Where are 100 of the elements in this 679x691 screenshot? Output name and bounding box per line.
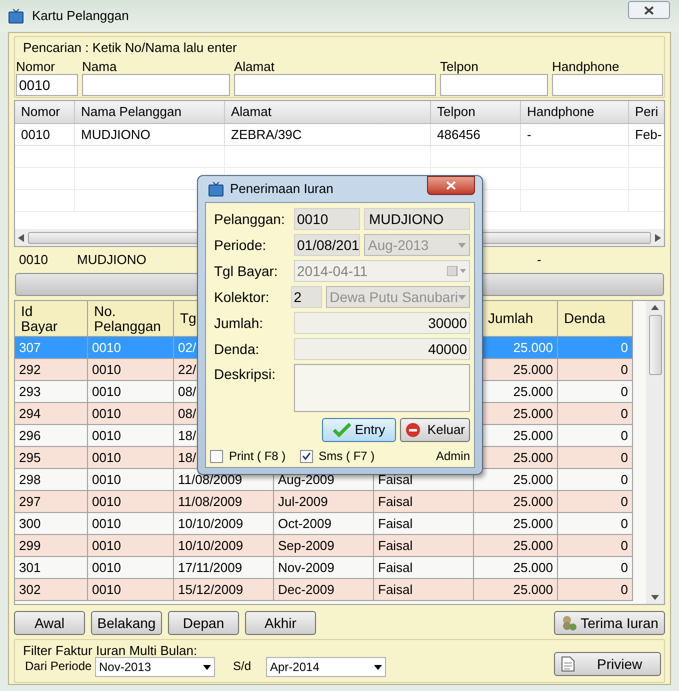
table-cell-text: Faisal (378, 492, 413, 511)
table-cell-text: 295 (19, 448, 41, 467)
table-cell-text: 298 (19, 470, 41, 489)
table-cell-text: 0 (620, 492, 628, 511)
table-cell-text: 25.000 (513, 448, 553, 467)
table-cell-text: Faisal (378, 514, 413, 533)
field-label: Jumlah: (213, 314, 264, 332)
table-cell-text: 25.000 (513, 470, 553, 489)
table-cell-text: 0010 (92, 580, 121, 599)
table-cell-text: 0010 (21, 126, 50, 144)
checkbox-label: Print ( F8 ) (229, 448, 287, 465)
group-legend: Pencarian : Ketik No/Nama lalu enter (23, 38, 237, 58)
table-cell-text: 10/10/2009 (178, 514, 244, 533)
table-cell-text: 0 (620, 558, 628, 577)
window-title: Kartu Pelanggan (32, 7, 129, 26)
table-cell-text: 307 (19, 338, 41, 357)
table-cell-text: 0 (620, 514, 628, 533)
table-cell-text: 294 (19, 404, 41, 423)
table-cell-text: 11/08/2009 (178, 470, 242, 489)
table-cell-text: 0010 (92, 360, 121, 379)
field-label: Dari Periode (25, 658, 93, 675)
table-cell-text: 25.000 (513, 580, 553, 599)
table-cell-text: 0010 (92, 470, 121, 489)
table-cell-text: 22/ (178, 360, 196, 379)
table-cell-text: 25.000 (513, 492, 553, 511)
table-cell-text: 302 (19, 580, 41, 599)
table-cell-text: 10/10/2009 (178, 536, 244, 555)
field-label: Tgl Bayar: (213, 262, 279, 281)
field-label: Nama (82, 58, 118, 74)
table-cell-text: 18/ (178, 448, 196, 467)
table-cell-text: 297 (19, 492, 41, 511)
table-cell-text: 0010 (92, 448, 121, 467)
user-label: Admin (436, 448, 470, 465)
table-cell-text: 0 (620, 404, 628, 423)
table-cell-text: 25.000 (513, 558, 553, 577)
table-cell-text: 25.000 (513, 338, 553, 357)
table-cell-text: 25.000 (513, 426, 553, 445)
table-cell-text: 0010 (92, 426, 121, 445)
field-label: Handphone (552, 58, 620, 74)
table-cell-text: Nov-2009 (278, 558, 334, 577)
table-cell-text: 02/ (178, 338, 196, 357)
info-text: 0010 (19, 251, 49, 270)
table-cell-text: 292 (19, 360, 41, 379)
table-cell-text: 0010 (92, 492, 121, 511)
table-cell-text: Jul-2009 (278, 492, 328, 511)
field-label: Pelanggan: (213, 210, 286, 229)
table-cell-text: 0 (620, 338, 628, 357)
table-cell-text: Faisal (378, 580, 413, 599)
field-label: S/d (232, 658, 252, 675)
field-label: Telpon (440, 58, 480, 74)
table-cell-text: 0010 (92, 514, 121, 533)
table-cell-text: 486456 (437, 126, 480, 144)
table-cell-text: 11/08/2009 (178, 492, 242, 511)
table-cell-text: Faisal (378, 470, 413, 489)
checkbox-label: Sms ( F7 ) (318, 448, 376, 465)
table-cell-text: 08/ (178, 382, 196, 401)
table-cell-text: - (527, 126, 532, 144)
field-label: Periode: (213, 236, 268, 254)
table-cell-text: 301 (19, 558, 41, 577)
table-cell-text: 293 (19, 382, 41, 401)
table-cell-text: 18/ (178, 426, 196, 445)
info-text: - (537, 251, 542, 270)
table-cell-text: 0010 (92, 558, 121, 577)
table-cell-text: Dec-2009 (278, 580, 334, 599)
table-cell-text: 0010 (92, 404, 121, 423)
table-cell-text: Sep-2009 (278, 536, 334, 555)
table-cell-text: Oct-2009 (278, 514, 332, 533)
table-cell-text: 0 (620, 382, 628, 401)
table-cell-text: 299 (19, 536, 41, 555)
table-cell-text: MUDJIONO (81, 126, 150, 144)
field-label: Alamat (234, 58, 276, 74)
table-cell-text: 0 (620, 580, 628, 599)
field-label: Denda: (213, 340, 260, 358)
table-cell-text: Faisal (378, 536, 413, 555)
table-cell-text: ZEBRA/39C (231, 126, 302, 144)
field-label: Kolektor: (213, 288, 270, 306)
table-cell-text: 25.000 (513, 404, 553, 423)
table-cell-text: 0 (620, 470, 628, 489)
table-cell-text: 15/12/2009 (178, 580, 244, 599)
table-cell-text: 0 (620, 360, 628, 379)
info-text: MUDJIONO (77, 251, 148, 270)
table-cell-text: 08/ (178, 404, 196, 423)
table-cell-text: 25.000 (513, 536, 553, 555)
table-cell-text: 0 (620, 448, 628, 467)
table-cell-text: Aug-2009 (278, 470, 334, 489)
table-cell-text: 25.000 (513, 382, 553, 401)
table-cell-text: 0 (620, 426, 628, 445)
dialog-title: Penerimaan Iuran (230, 180, 334, 198)
table-cell-text: Feb- (635, 126, 662, 144)
field-label: Nomor (16, 58, 56, 74)
table-cell-text: Faisal (378, 558, 413, 577)
table-cell-text: 0010 (92, 382, 121, 401)
field-label: Deskripsi: (213, 365, 276, 384)
table-cell-text: 296 (19, 426, 41, 445)
table-cell-text: 0010 (92, 338, 121, 357)
table-cell-text: 17/11/2009 (178, 558, 242, 577)
table-cell-text: 25.000 (513, 360, 553, 379)
table-cell-text: 300 (19, 514, 41, 533)
table-cell-text: 25.000 (513, 514, 553, 533)
table-cell-text: 0010 (92, 536, 121, 555)
